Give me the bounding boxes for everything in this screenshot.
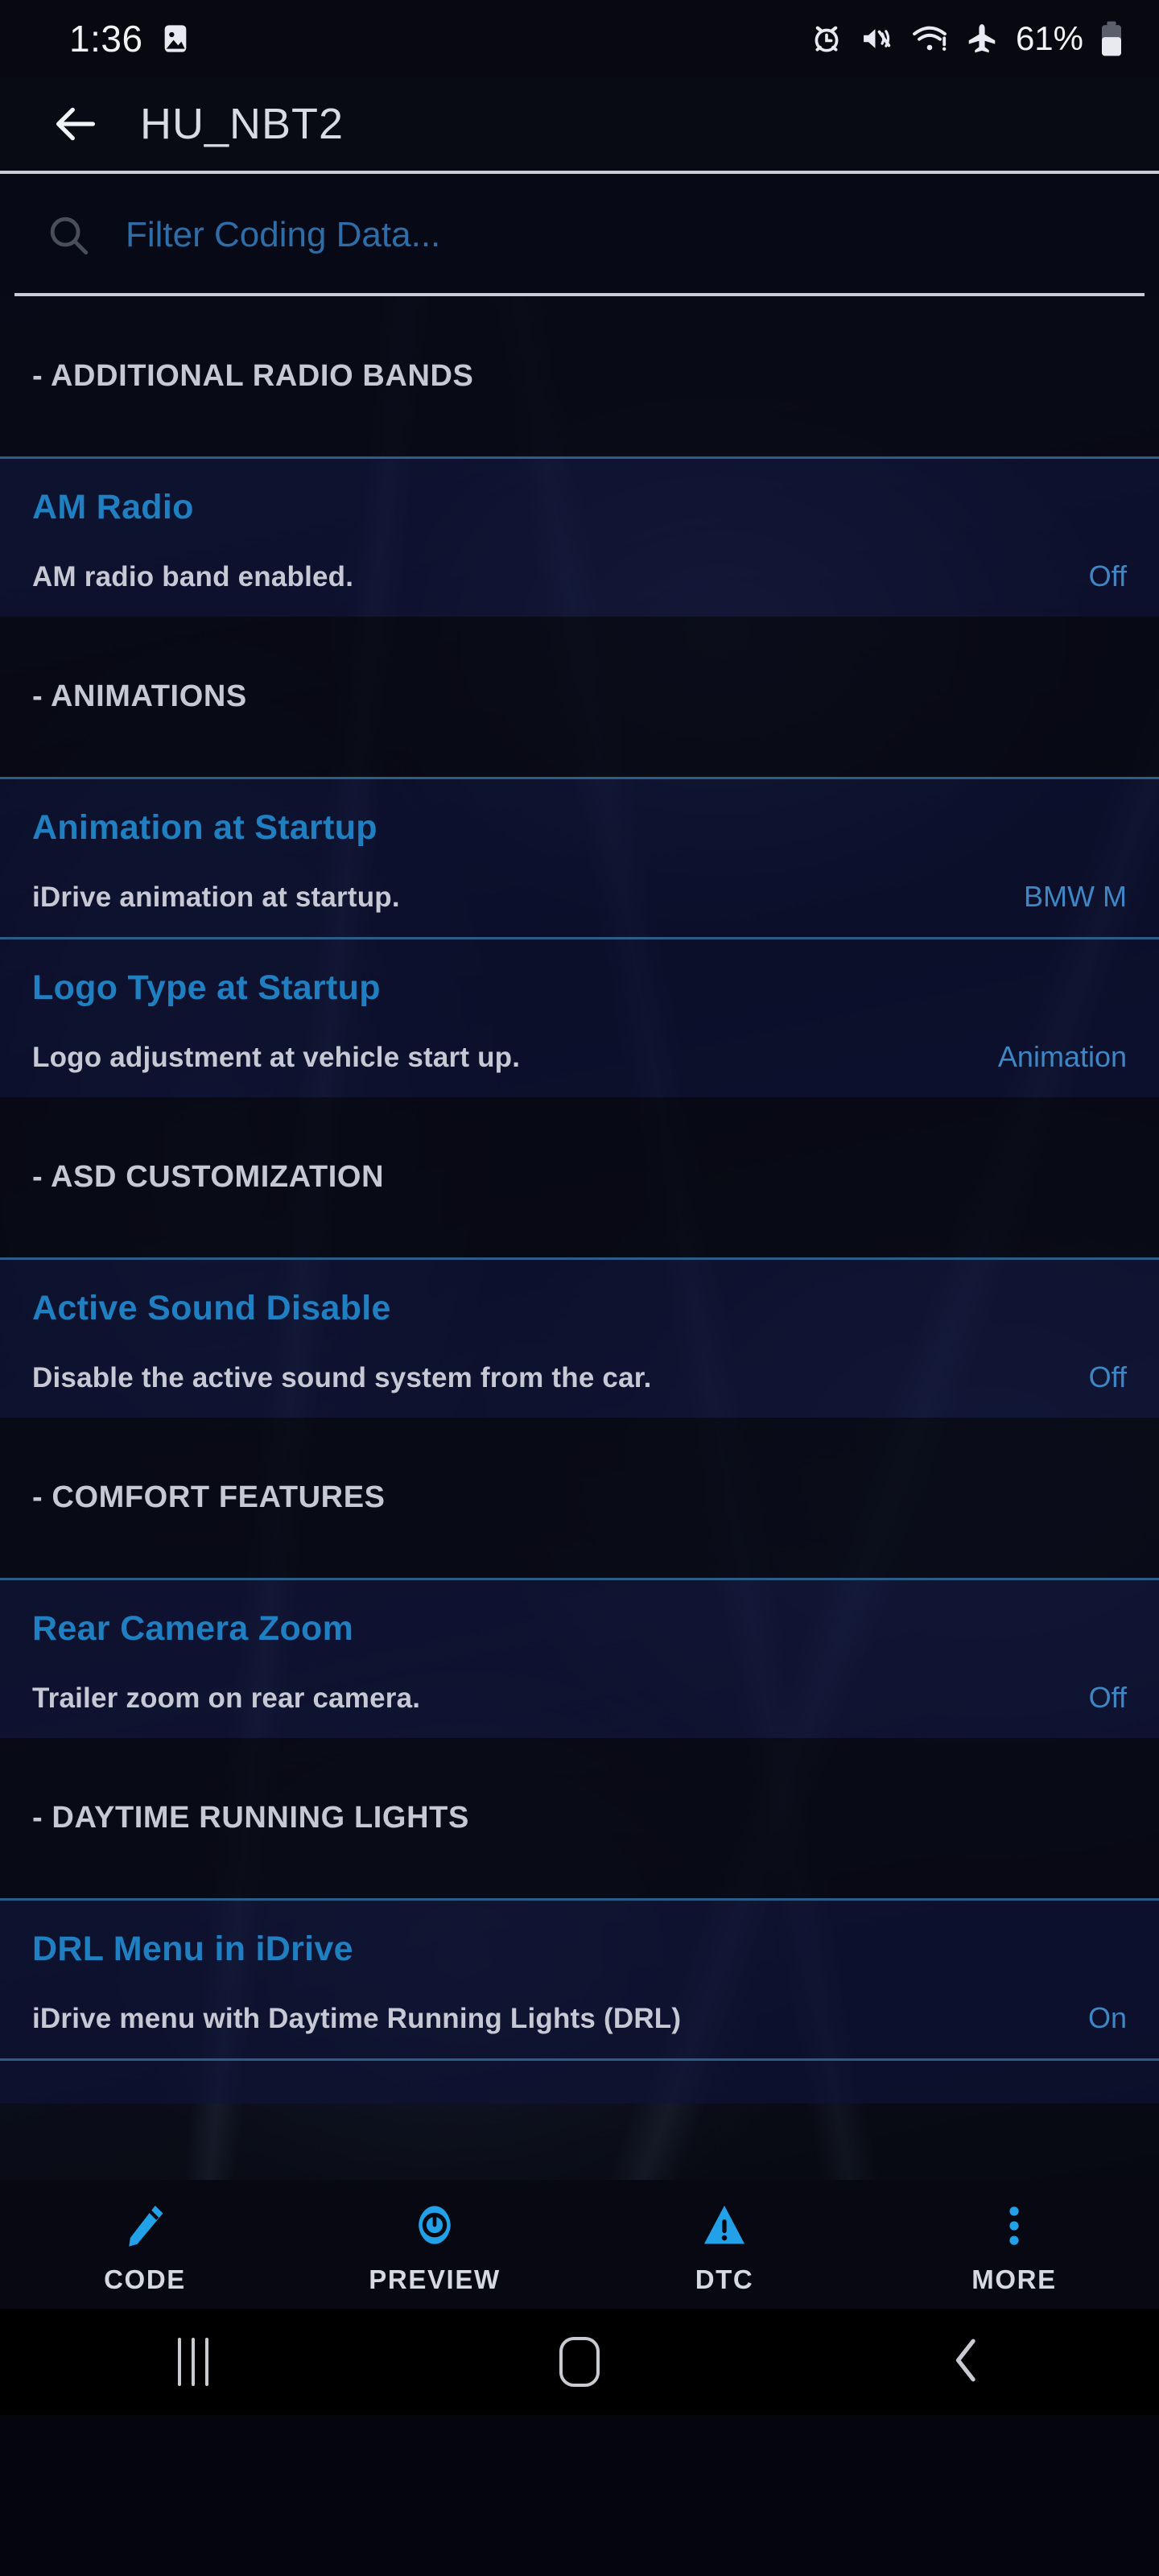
arrow-left-icon[interactable] [42, 90, 109, 158]
page-title: HU_NBT2 [140, 100, 344, 148]
coding-item-value[interactable]: Off [1070, 1360, 1127, 1394]
wifi-warning-icon [911, 22, 948, 56]
coding-item-title: Animation at Startup [32, 807, 377, 847]
system-navigation-bar [0, 2309, 1159, 2415]
coding-item-detail: Trailer zoom on rear camera. Off [32, 1681, 1127, 1715]
tab-dtc[interactable]: DTC [580, 2194, 869, 2295]
coding-item-value[interactable]: On [1069, 2001, 1127, 2035]
battery-percent-label: 61% [1015, 19, 1083, 57]
section-header: - ANIMATIONS [0, 617, 1159, 777]
coding-item-value[interactable]: Off [1070, 559, 1127, 593]
list-root: - ADDITIONAL RADIO BANDS AM Radio AM radio… [0, 296, 1159, 2103]
home-button[interactable] [386, 2337, 773, 2387]
coding-item-detail: iDrive menu with Daytime Running Lights … [32, 2001, 1127, 2035]
bottom-tab-bar: CODE PREVIEW DTC MORE [0, 2180, 1159, 2309]
coding-item-row[interactable]: Active Sound Disable Disable the active s… [0, 1257, 1159, 1418]
coding-item-detail: AM radio band enabled. Off [32, 559, 1127, 593]
coding-item-detail: Logo adjustment at vehicle start up. Anim… [32, 1040, 1127, 1074]
recents-button[interactable] [0, 2338, 386, 2386]
section-header: - ASD CUSTOMIZATION [0, 1097, 1159, 1257]
tab-more[interactable]: MORE [869, 2194, 1159, 2295]
phone-screen: 1:36 61% HU_NBT2 Filter Coding Data... -… [0, 0, 1159, 2576]
filter-bar [0, 174, 1159, 296]
tab-more-label: MORE [971, 2264, 1057, 2294]
section-header-label: - DAYTIME RUNNING LIGHTS [32, 1801, 469, 1835]
tab-dtc-label: DTC [695, 2264, 754, 2294]
tab-code[interactable]: CODE [0, 2194, 290, 2295]
chevron-left-icon [945, 2335, 987, 2389]
app-bar: HU_NBT2 [0, 77, 1159, 174]
battery-icon [1099, 20, 1124, 57]
section-header: - DAYTIME RUNNING LIGHTS [0, 1738, 1159, 1898]
airplane-mode-icon [964, 22, 1000, 56]
coding-item-value[interactable]: Animation [979, 1040, 1127, 1074]
back-button[interactable] [773, 2335, 1159, 2389]
tab-preview[interactable]: PREVIEW [290, 2194, 580, 2295]
eye-icon [408, 2194, 461, 2252]
coding-item-row[interactable]: Animation at Startup iDrive animation at … [0, 777, 1159, 937]
tab-code-label: CODE [104, 2264, 186, 2294]
coding-item-value[interactable]: Off [1070, 1681, 1127, 1715]
coding-item-title: Rear Camera Zoom [32, 1608, 354, 1648]
pencil-icon [119, 2194, 171, 2252]
coding-item-row[interactable]: Logo Type at Startup Logo adjustment at v… [0, 937, 1159, 1097]
search-input[interactable] [126, 215, 1125, 255]
warning-triangle-icon [699, 2194, 750, 2252]
coding-item-value[interactable]: BMW M [1004, 880, 1127, 914]
coding-item-description: iDrive animation at startup. [32, 881, 400, 913]
section-header-label: - ADDITIONAL RADIO BANDS [32, 359, 474, 393]
coding-item-description: Trailer zoom on rear camera. [32, 1682, 421, 1714]
coding-item-description: AM radio band enabled. [32, 560, 354, 592]
section-header-label: - ANIMATIONS [32, 679, 247, 713]
coding-item-description: iDrive menu with Daytime Running Lights … [32, 2002, 682, 2034]
coding-data-list[interactable]: - ADDITIONAL RADIO BANDS AM Radio AM radio… [0, 296, 1159, 2180]
image-icon [159, 23, 192, 55]
section-header: - ADDITIONAL RADIO BANDS [0, 296, 1159, 456]
coding-item-detail: Disable the active sound system from the… [32, 1360, 1127, 1394]
section-header-label: - ASD CUSTOMIZATION [32, 1160, 385, 1194]
alarm-icon [810, 22, 843, 56]
status-bar-right: 61% [810, 19, 1124, 58]
status-bar-left: 1:36 [69, 17, 192, 60]
section-header-label: - COMFORT FEATURES [32, 1480, 386, 1514]
status-bar: 1:36 61% [0, 0, 1159, 77]
coding-item-title: Active Sound Disable [32, 1288, 391, 1327]
dots-vertical-icon [988, 2194, 1040, 2252]
coding-item-row[interactable]: Rear Camera Zoom Trailer zoom on rear cam… [0, 1578, 1159, 1738]
status-bar-clock: 1:36 [69, 18, 143, 60]
tab-preview-label: PREVIEW [369, 2264, 501, 2294]
section-header: - COMFORT FEATURES [0, 1418, 1159, 1578]
coding-item-row[interactable]: AM Radio AM radio band enabled. Off [0, 456, 1159, 617]
three-bars-icon [178, 2338, 208, 2386]
coding-item-title: AM Radio [32, 487, 194, 526]
coding-item-detail: iDrive animation at startup. BMW M [32, 880, 1127, 914]
coding-item-title: Logo Type at Startup [32, 968, 381, 1007]
vibrate-mute-icon [860, 22, 895, 56]
list-partial-row[interactable] [0, 2058, 1159, 2103]
coding-item-description: Disable the active sound system from the… [32, 1361, 652, 1393]
coding-item-description: Logo adjustment at vehicle start up. [32, 1041, 521, 1073]
coding-item-title: DRL Menu in iDrive [32, 1929, 353, 1968]
coding-item-row[interactable]: DRL Menu in iDrive iDrive menu with Dayti… [0, 1898, 1159, 2058]
rounded-square-icon [559, 2337, 600, 2387]
search-icon [40, 207, 97, 263]
